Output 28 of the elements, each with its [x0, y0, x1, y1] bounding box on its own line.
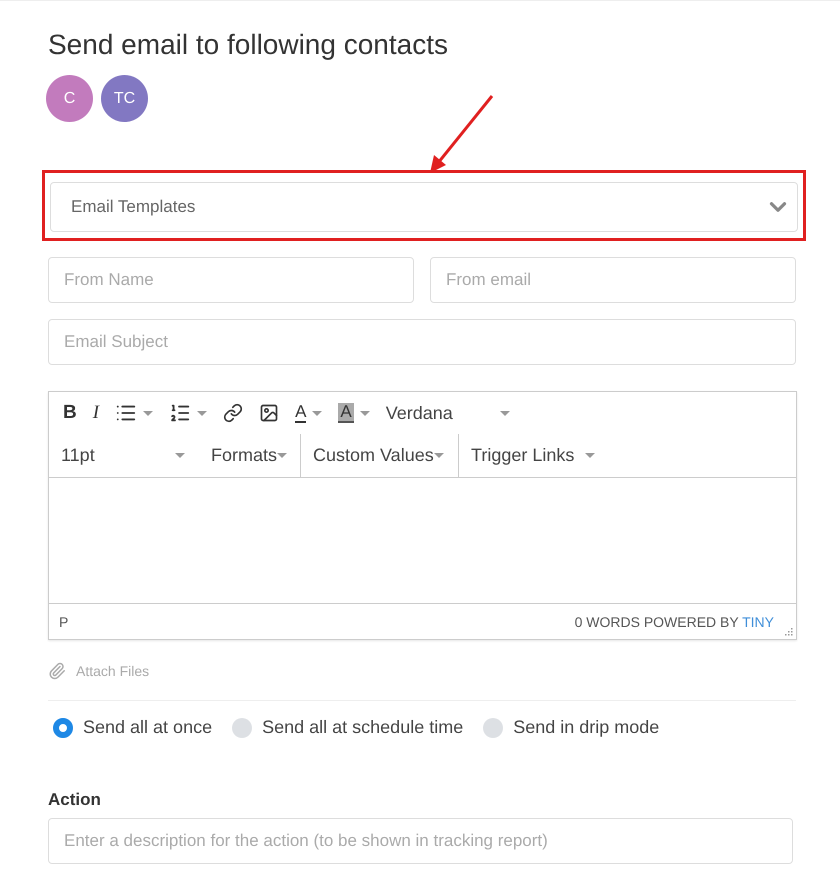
toolbar-dropdown[interactable]: 11pt — [49, 434, 199, 477]
background-color-button[interactable]: A — [330, 397, 378, 429]
send-mode-option[interactable]: Send all at once — [53, 717, 212, 738]
action-label: Action — [48, 790, 102, 810]
font-dropdown[interactable]: Verdana — [378, 397, 518, 429]
contact-avatar: TC — [101, 75, 148, 122]
send-mode-option[interactable]: Send all at schedule time — [232, 717, 464, 738]
contact-avatar: C — [46, 75, 93, 122]
bold-button[interactable]: B — [55, 397, 85, 429]
element-path: P — [59, 614, 68, 630]
numbered-list-icon — [169, 402, 192, 424]
image-icon — [259, 403, 280, 423]
toolbar-dropdown[interactable]: Formats — [199, 434, 301, 477]
send-mode-option[interactable]: Send in drip mode — [483, 717, 660, 738]
italic-button[interactable]: I — [84, 397, 108, 429]
template-select[interactable]: Email Templates — [50, 182, 798, 232]
text-color-button[interactable]: A — [287, 397, 330, 429]
toolbar-dropdown[interactable]: Custom Values — [301, 434, 459, 477]
toolbar-dropdown[interactable]: Trigger Links — [459, 434, 609, 477]
resize-grip-icon[interactable] — [783, 626, 793, 636]
link-icon — [223, 403, 244, 423]
subject-field[interactable]: Email Subject — [48, 319, 796, 365]
page-title: Send email to following contacts — [48, 29, 449, 61]
input-field[interactable]: From Name — [48, 257, 414, 303]
action-field[interactable]: Enter a description for the action (to be shown in tracking report) — [48, 818, 793, 864]
input-field[interactable]: From email — [430, 257, 796, 303]
paperclip-icon — [48, 662, 66, 680]
word-count: 0 WORDS POWERED BY TINY — [574, 614, 774, 630]
